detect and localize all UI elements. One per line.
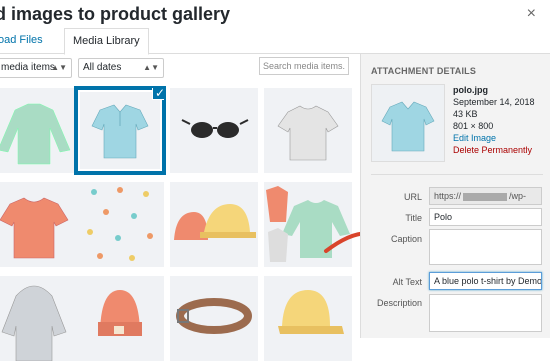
polo-shirt-icon — [91, 104, 149, 159]
chevron-down-icon: ▲▼ — [143, 63, 159, 72]
media-item-red-tshirt[interactable] — [0, 182, 78, 267]
edit-image-link[interactable]: Edit Image — [453, 132, 535, 144]
date-filter[interactable]: All dates ▲▼ — [78, 58, 164, 78]
title-label: Title — [405, 213, 422, 223]
media-type-filter[interactable]: media items ▲▼ — [0, 58, 72, 78]
media-item-blue-polo[interactable]: ✓ — [76, 88, 164, 173]
url-suffix: /wp- — [509, 191, 527, 201]
description-label: Description — [376, 298, 422, 308]
media-item-green-shirt[interactable] — [0, 88, 78, 173]
attachment-date: September 14, 2018 — [453, 97, 535, 107]
divider — [371, 174, 543, 175]
attachment-details-heading: ATTACHMENT DETAILS — [371, 66, 477, 76]
tshirt-icon — [0, 197, 69, 259]
url-label: URL — [403, 192, 422, 202]
tshirt-icon — [277, 105, 339, 161]
belt-icon — [176, 298, 252, 334]
alt-text-label: Alt Text — [392, 277, 422, 287]
search-input[interactable]: Search media items. — [259, 57, 349, 75]
attachment-dimensions: 801 × 800 — [453, 121, 494, 131]
checkmark-icon[interactable]: ✓ — [152, 88, 164, 100]
media-item-red-beanie[interactable] — [76, 276, 164, 361]
media-item-grey-tshirt[interactable] — [264, 88, 352, 173]
attachment-size: 43 KB — [453, 109, 478, 119]
shirt-icon — [0, 103, 71, 165]
media-item-belt[interactable] — [170, 276, 258, 361]
url-prefix: https:// — [434, 191, 462, 201]
media-type-filter-value: media items — [1, 62, 55, 73]
description-field[interactable] — [429, 294, 542, 332]
cap-icon — [278, 290, 344, 334]
attachment-filename: polo.jpg — [453, 85, 488, 95]
media-item-yellow-cap[interactable] — [264, 276, 352, 361]
hoodie-icon — [1, 285, 67, 361]
beanie-icon — [98, 290, 142, 336]
media-item-grey-hoodie[interactable] — [0, 276, 78, 361]
date-filter-value: All dates — [83, 62, 122, 73]
caption-field[interactable] — [429, 229, 542, 265]
redacted-block — [463, 192, 508, 201]
url-field[interactable]: https:// /wp- — [429, 187, 542, 205]
delete-permanently-link[interactable]: Delete Permanently — [453, 144, 535, 156]
sunglasses-icon — [181, 119, 249, 138]
polo-shirt-icon — [381, 101, 435, 152]
close-icon[interactable]: × — [527, 5, 536, 23]
pattern-icon — [87, 187, 153, 261]
title-field[interactable]: Polo — [429, 208, 542, 226]
alt-text-field[interactable]: A blue polo t-shirt by Demo — [429, 272, 542, 290]
attachment-meta: polo.jpg September 14, 2018 43 KB 801 × … — [453, 84, 535, 156]
media-grid: media items ▲▼ All dates ▲▼ Search media… — [0, 0, 360, 361]
media-item-caps[interactable] — [170, 182, 258, 267]
media-item-sunglasses[interactable] — [170, 88, 258, 173]
caption-label: Caption — [390, 234, 422, 244]
chevron-down-icon: ▲▼ — [51, 63, 67, 72]
cap-icon — [174, 204, 256, 240]
attachment-thumbnail — [371, 84, 445, 162]
media-item-pattern[interactable] — [76, 182, 164, 267]
